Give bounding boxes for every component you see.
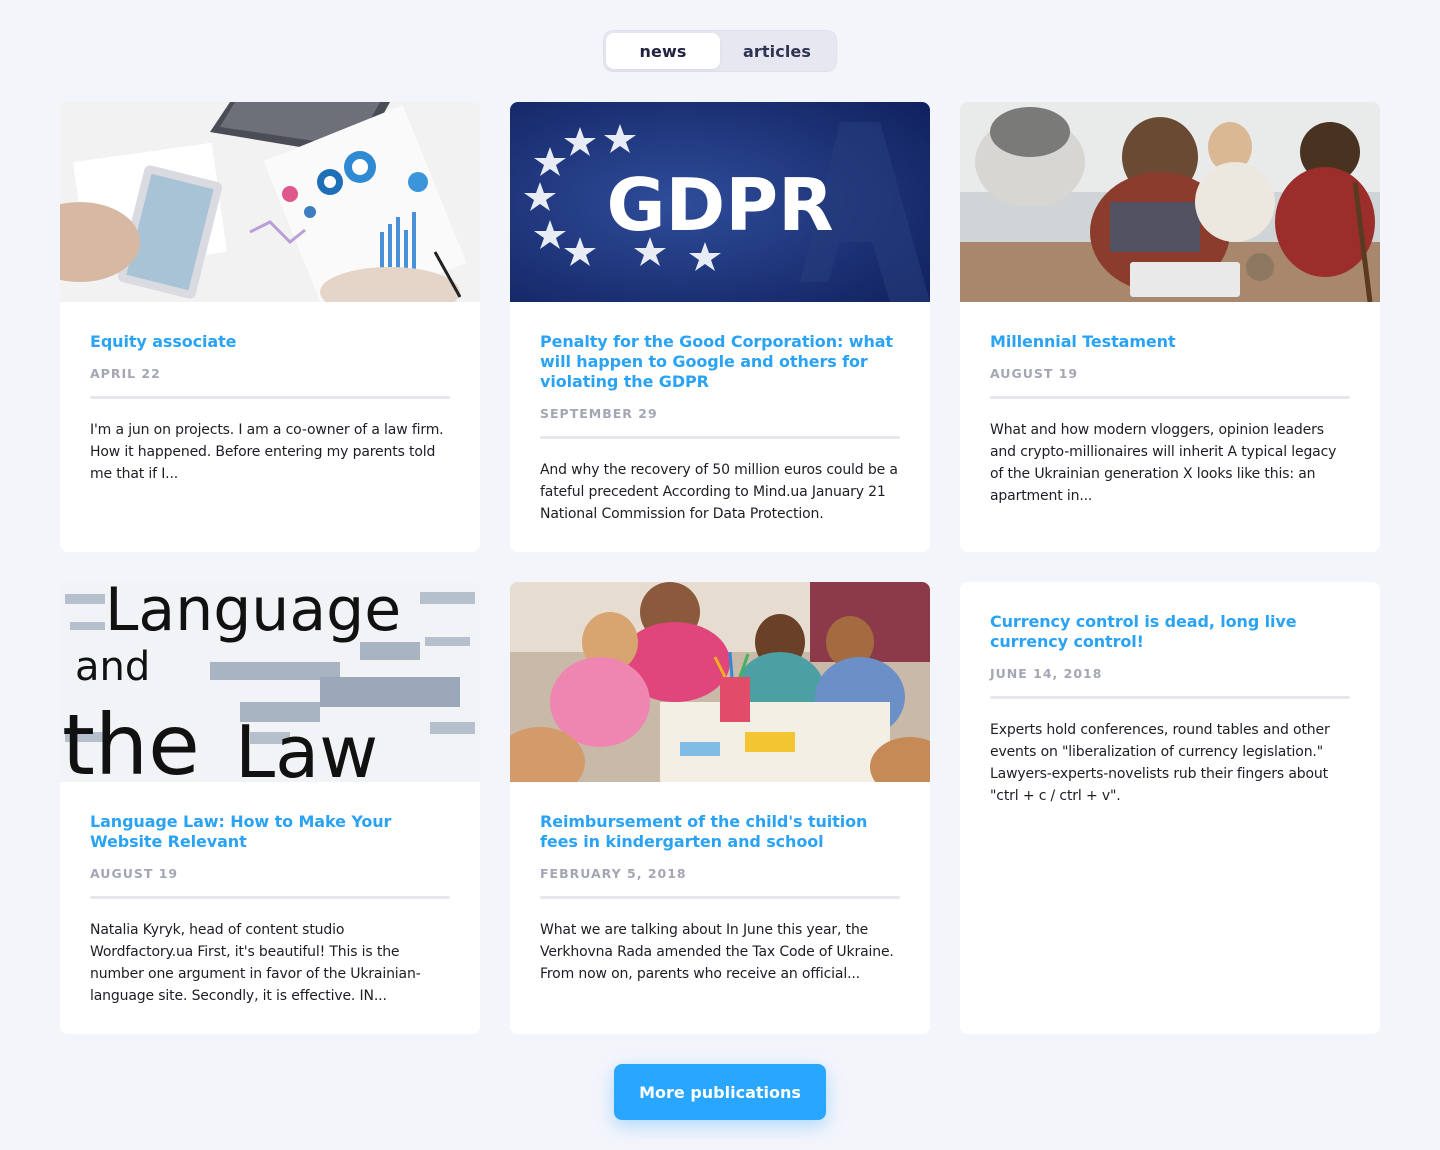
card-date: AUGUST 19 <box>90 866 179 881</box>
card-divider <box>90 396 450 399</box>
more-publications-button[interactable]: More publications <box>614 1064 826 1120</box>
publication-card[interactable]: Language and the Law Language Law: How t… <box>60 582 480 1034</box>
card-divider <box>540 436 900 439</box>
tab-news[interactable]: news <box>606 33 720 69</box>
card-excerpt: I'm a jun on projects. I am a co-owner o… <box>90 422 444 482</box>
publication-card[interactable]: Reimbursement of the child's tuition fee… <box>510 582 930 1034</box>
news-articles-tabs: news articles <box>603 30 837 72</box>
law-image-word-3: the <box>62 696 200 782</box>
card-excerpt: What we are talking about In June this y… <box>540 922 894 982</box>
gdpr-image-text: GDPR <box>606 163 833 247</box>
card-title[interactable]: Penalty for the Good Corporation: what w… <box>540 332 900 392</box>
card-excerpt: Natalia Kyryk, head of content studio Wo… <box>90 922 421 1004</box>
law-image-word-2: and <box>75 644 150 690</box>
card-excerpt: What and how modern vloggers, opinion le… <box>990 422 1337 504</box>
card-date: SEPTEMBER 29 <box>540 406 658 421</box>
card-image-gdpr[interactable]: GDPR <box>510 102 930 302</box>
publication-card[interactable]: Currency control is dead, long live curr… <box>960 582 1380 1034</box>
law-image-word-4: Law <box>235 710 378 782</box>
card-divider <box>990 396 1350 399</box>
card-divider <box>990 696 1350 699</box>
card-divider <box>90 896 450 899</box>
card-image-business-charts[interactable] <box>60 102 480 302</box>
publication-card[interactable]: Equity associate APRIL 22 I'm a jun on p… <box>60 102 480 552</box>
card-excerpt: Experts hold conferences, round tables a… <box>990 722 1330 804</box>
card-date: FEBRUARY 5, 2018 <box>540 866 687 881</box>
card-date: JUNE 14, 2018 <box>990 666 1103 681</box>
card-image-young-people[interactable] <box>960 102 1380 302</box>
card-image-language-law[interactable]: Language and the Law <box>60 582 480 782</box>
card-date: APRIL 22 <box>90 366 161 381</box>
publication-card[interactable]: Millennial Testament AUGUST 19 What and … <box>960 102 1380 552</box>
card-title[interactable]: Equity associate <box>90 332 450 352</box>
publication-card[interactable]: GDPR Penalty for the Good Corporation: w… <box>510 102 930 552</box>
card-excerpt: And why the recovery of 50 million euros… <box>540 462 898 522</box>
tab-articles[interactable]: articles <box>720 33 834 69</box>
card-title[interactable]: Reimbursement of the child's tuition fee… <box>540 812 900 852</box>
card-title[interactable]: Millennial Testament <box>990 332 1350 352</box>
card-title[interactable]: Currency control is dead, long live curr… <box>990 612 1350 652</box>
card-image-children-classroom[interactable] <box>510 582 930 782</box>
card-divider <box>540 896 900 899</box>
card-date: AUGUST 19 <box>990 366 1079 381</box>
card-title[interactable]: Language Law: How to Make Your Website R… <box>90 812 450 852</box>
law-image-word-1: Language <box>105 582 401 645</box>
